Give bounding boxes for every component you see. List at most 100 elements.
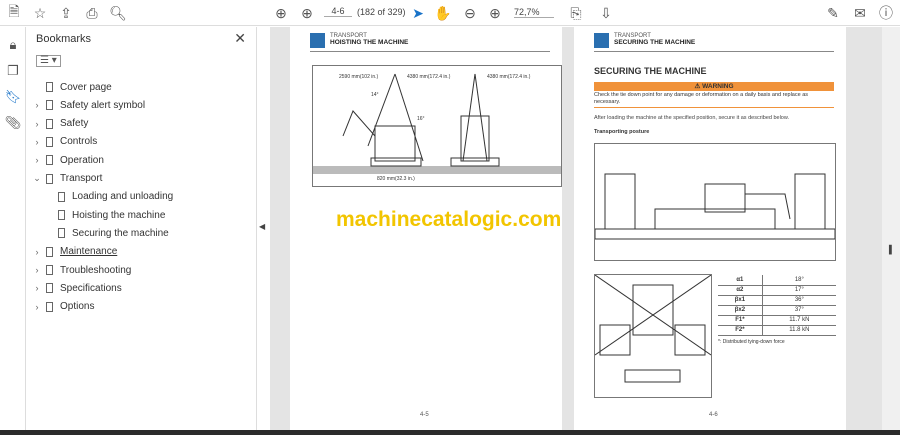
angle-label: 14°	[371, 92, 379, 98]
chevron-right-icon[interactable]: ›	[32, 119, 42, 129]
zoom-in-icon[interactable]: ⊕	[486, 4, 504, 22]
bookmark-star-icon[interactable]: ☆	[31, 4, 49, 22]
chevron-down-icon[interactable]: ⌄	[32, 173, 42, 184]
bookmark-label: Safety	[60, 118, 89, 130]
bookmark-item[interactable]: Hoisting the machine	[54, 207, 165, 223]
save-icon[interactable]: 🗎	[5, 3, 23, 22]
bookmark-item[interactable]: ⌄ Transport	[32, 171, 102, 187]
bookmarks-icon[interactable]: 🔖︎	[4, 89, 22, 107]
page-number: 4-5	[420, 412, 429, 418]
table-cell: F2*	[718, 325, 763, 336]
body-text: After loading the machine at the specifi…	[594, 115, 790, 121]
search-icon[interactable]: 🔍︎	[109, 4, 127, 22]
fill-sign-icon[interactable]: ✎	[824, 4, 842, 22]
scroll-mode-icon[interactable]: ⇩	[597, 4, 615, 22]
select-cursor-icon[interactable]: ➤	[409, 4, 427, 22]
bookmark-item[interactable]: › Controls	[32, 134, 98, 150]
bookmark-icon	[46, 265, 53, 275]
bookmark-item[interactable]: Loading and unloading	[54, 189, 173, 205]
collapse-panel-icon[interactable]: ◀	[259, 222, 265, 231]
warning-label: WARNING	[702, 83, 734, 90]
bookmark-label: Operation	[60, 154, 104, 166]
warning-banner: ⚠ WARNING	[594, 82, 834, 91]
dimension-label: 2590 mm(102 in.)	[339, 74, 379, 80]
bookmark-icon	[46, 301, 53, 312]
tie-down-table: α1 18° α2 17° βx1 36° βx2 37° F1* 11.7 kN F2* 11.8 …	[718, 275, 836, 345]
next-page-icon[interactable]: ⊕	[298, 4, 316, 22]
page-count: (182 of 329)	[357, 7, 406, 17]
chevron-right-icon[interactable]: ›	[32, 302, 42, 312]
table-row: α1 18°	[718, 275, 836, 286]
page-header-title: SECURING THE MACHINE	[614, 39, 696, 46]
bookmark-label: Options	[60, 301, 95, 313]
table-cell: 18°	[762, 275, 836, 286]
taskbar-strip	[0, 430, 900, 435]
chevron-right-icon[interactable]: ›	[32, 137, 42, 147]
bookmark-item[interactable]: › Maintenance	[32, 244, 118, 260]
bookmark-icon	[46, 118, 53, 129]
brand-logo	[310, 33, 325, 48]
chevron-right-icon[interactable]: ›	[32, 100, 42, 110]
lock-icon[interactable]: 🔒︎	[4, 37, 22, 55]
watermark: machinecatalogic.com	[336, 208, 562, 231]
zoom-level-select[interactable]: 72,7%	[514, 7, 554, 18]
bookmark-icon	[58, 228, 65, 239]
zoom-out-icon[interactable]: ⊖	[461, 4, 479, 22]
table-row: F2* 11.8 kN	[718, 325, 836, 336]
table-cell: F1*	[718, 315, 763, 326]
bookmark-options-button[interactable]: ☰ ▾	[36, 55, 61, 67]
print-icon[interactable]: ⎙	[83, 4, 101, 22]
table-row: F1* 11.7 kN	[718, 315, 836, 326]
chevron-right-icon[interactable]: ›	[32, 283, 42, 293]
cloud-upload-icon[interactable]: ⇪	[57, 4, 75, 22]
bookmark-label: Controls	[60, 136, 98, 148]
hoisting-diagram: 2590 mm(102 in.) 4380 mm(172.4 in.) 4380…	[312, 65, 562, 187]
dimension-label: 4380 mm(172.4 in.)	[487, 74, 531, 80]
bookmark-label: Hoisting the machine	[72, 209, 166, 221]
tie-down-diagram	[594, 274, 712, 398]
table-cell: βx1	[718, 295, 763, 306]
bookmark-icon	[46, 136, 53, 147]
bookmark-label: Loading and unloading	[72, 191, 174, 203]
chevron-right-icon[interactable]: ›	[32, 265, 42, 275]
table-row: α2 17°	[718, 285, 836, 296]
chevron-right-icon[interactable]: ›	[32, 247, 42, 257]
bookmark-item[interactable]: › Specifications	[32, 280, 122, 296]
bookmark-item[interactable]: › Options	[32, 299, 95, 315]
bookmark-item[interactable]: › Safety alert symbol	[32, 97, 146, 113]
pages-icon[interactable]: ❐	[4, 63, 22, 81]
dimension-label: 820 mm(32.3 in.)	[377, 176, 415, 182]
account-icon[interactable]: ⓘ	[877, 4, 895, 22]
subheading: Transporting posture	[594, 129, 650, 135]
prev-page-icon[interactable]: ⊕	[272, 4, 290, 22]
bookmarks-title: Bookmarks	[36, 33, 92, 45]
table-cell: α1	[718, 275, 763, 286]
email-icon[interactable]: ✉	[851, 4, 869, 22]
table-row: βx2 37°	[718, 305, 836, 316]
attachment-icon[interactable]: 📎︎	[4, 115, 22, 133]
bookmark-label: Troubleshooting	[60, 264, 132, 276]
bookmark-item[interactable]: Securing the machine	[54, 225, 169, 241]
close-icon[interactable]: ✕	[234, 30, 246, 47]
bookmark-icon	[46, 173, 53, 184]
chevron-right-icon[interactable]: ›	[32, 155, 42, 165]
page-number-input[interactable]: 4-6	[324, 6, 352, 17]
bookmark-item[interactable]: Cover page	[32, 79, 112, 95]
bookmark-item[interactable]: › Operation	[32, 152, 104, 168]
bookmark-label: Cover page	[60, 81, 112, 93]
bookmark-label: Securing the machine	[72, 227, 169, 239]
hand-tool-icon[interactable]: ✋	[434, 4, 452, 22]
transport-diagram	[594, 143, 836, 261]
bookmark-item[interactable]: › Troubleshooting	[32, 262, 132, 278]
bookmark-label: Maintenance	[60, 246, 118, 258]
scrollbar-thumb[interactable]: ▐	[886, 245, 892, 254]
bookmark-icon	[46, 82, 53, 92]
bookmark-item[interactable]: › Safety	[32, 116, 89, 132]
page-fit-icon[interactable]: ⎘	[567, 4, 585, 22]
toolbar: 🗎 ☆ ⇪ ⎙ 🔍︎ ⊕ ⊕ 4-6 (182 of 329) ➤ ✋ ⊖ ⊕ …	[0, 0, 900, 26]
dimension-label: 4380 mm(172.4 in.)	[407, 74, 451, 80]
table-row: βx1 36°	[718, 295, 836, 306]
vertical-scrollbar[interactable]: ▐	[882, 27, 900, 430]
bookmark-icon	[46, 100, 53, 111]
footnote: *: Distributed tying-down force	[718, 338, 785, 345]
